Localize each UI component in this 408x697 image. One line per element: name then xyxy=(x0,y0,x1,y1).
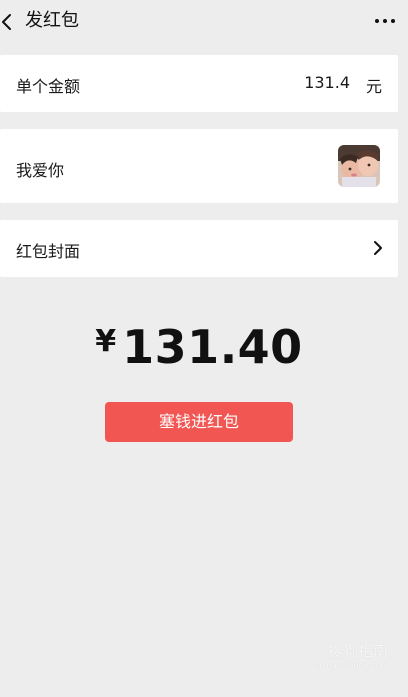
amount-label: 单个金额 xyxy=(16,77,81,96)
back-arrow-icon[interactable] xyxy=(0,12,14,32)
currency-symbol: ¥ xyxy=(95,324,117,359)
chevron-right-icon xyxy=(374,241,382,255)
watermark-main: 搜狗指南 xyxy=(327,642,388,660)
sticker-image[interactable] xyxy=(338,145,380,187)
total-amount-value: 131.40 xyxy=(122,320,303,374)
top-bar: 发红包 xyxy=(0,0,408,44)
amount-input[interactable]: 131.4 xyxy=(304,73,350,92)
send-red-packet-button[interactable]: 塞钱进红包 xyxy=(105,402,293,442)
greeting-message-input[interactable]: 我爱你 xyxy=(16,157,64,181)
page-title: 发红包 xyxy=(25,10,79,31)
cover-row[interactable]: 红包封面 xyxy=(0,220,398,277)
send-red-packet-page: 发红包 单个金额 131.4 元 我爱你 红包封面 ¥ 131.40 塞钱进红包… xyxy=(0,0,408,697)
amount-row[interactable]: 单个金额 131.4 元 xyxy=(0,55,398,112)
watermark: 搜狗指南 zhinan.sogou.com xyxy=(298,640,388,670)
total-amount: ¥131.40 xyxy=(0,320,398,374)
greeting-row[interactable]: 我爱你 xyxy=(0,129,398,203)
more-dots-icon[interactable] xyxy=(374,14,396,28)
cover-label: 红包封面 xyxy=(16,242,81,261)
watermark-sub: zhinan.sogou.com xyxy=(315,661,388,670)
amount-unit: 元 xyxy=(365,77,382,96)
